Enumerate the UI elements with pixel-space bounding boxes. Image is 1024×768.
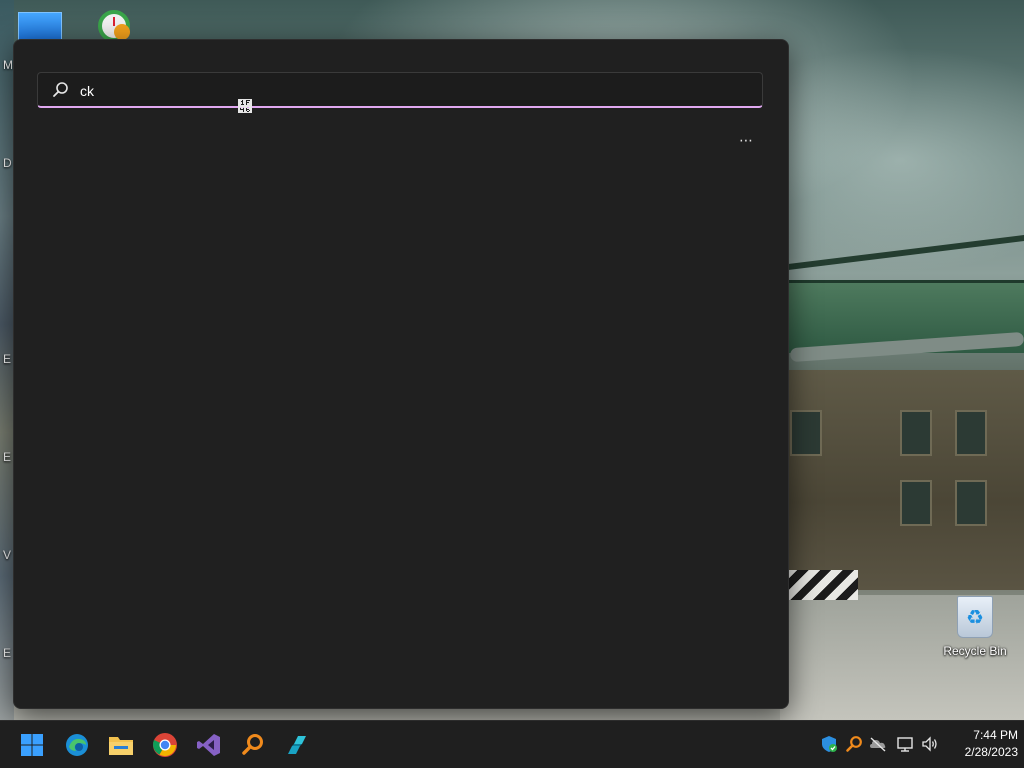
volume-icon[interactable] bbox=[921, 735, 939, 753]
building-window bbox=[900, 480, 932, 526]
building-window bbox=[955, 410, 987, 456]
building-window bbox=[955, 480, 987, 526]
edge-button[interactable] bbox=[61, 729, 93, 761]
desktop-icon-label: V bbox=[3, 548, 12, 562]
file-explorer-button[interactable] bbox=[105, 729, 137, 761]
chrome-button[interactable] bbox=[149, 729, 181, 761]
alarm-clock-icon bbox=[98, 10, 130, 42]
recycle-bin-label: Recycle Bin bbox=[943, 644, 1007, 658]
edge-icon bbox=[66, 734, 88, 756]
search-input[interactable] bbox=[78, 79, 742, 103]
folder-icon bbox=[109, 737, 133, 755]
desktop-icon-label: E bbox=[3, 352, 12, 366]
defender-icon[interactable] bbox=[820, 735, 838, 753]
network-icon[interactable] bbox=[896, 735, 914, 753]
onedrive-icon[interactable] bbox=[869, 735, 887, 753]
building bbox=[780, 370, 1024, 590]
clock-time: 7:44 PM bbox=[973, 728, 1018, 742]
visual-studio-icon bbox=[197, 734, 220, 756]
clock-date: 2/28/2023 bbox=[964, 745, 1018, 759]
desktop-icon-this-pc[interactable] bbox=[18, 12, 62, 42]
search-panel: ⋯ bbox=[13, 39, 789, 709]
bridge-rail bbox=[780, 235, 1024, 271]
desktop-icon-label: D bbox=[3, 156, 12, 170]
monitor-icon bbox=[18, 12, 62, 42]
start-button[interactable] bbox=[16, 729, 48, 761]
app-button[interactable] bbox=[281, 729, 313, 761]
magnifier-icon bbox=[242, 734, 263, 755]
magnifier-icon[interactable] bbox=[845, 735, 863, 753]
building-window bbox=[900, 410, 932, 456]
desktop-icon-label: M bbox=[3, 58, 13, 72]
desktop-icon-label: E bbox=[3, 450, 12, 464]
taskbar: 7:44 PM 2/28/2023 bbox=[0, 720, 1024, 768]
recycle-bin-icon: ♻ bbox=[957, 596, 993, 638]
clock[interactable]: 7:44 PM 2/28/2023 bbox=[946, 727, 1018, 761]
search-tool-button[interactable] bbox=[237, 729, 269, 761]
more-options-button[interactable]: ⋯ bbox=[734, 133, 758, 152]
chrome-icon bbox=[153, 733, 177, 757]
visual-studio-button[interactable] bbox=[193, 729, 225, 761]
desktop-icon-alarm-clock[interactable] bbox=[92, 6, 134, 42]
windows-logo-icon bbox=[21, 734, 43, 756]
building-window bbox=[790, 410, 822, 456]
i-beam-cursor-icon: ὆ bbox=[237, 99, 253, 116]
desktop-icon-label: E bbox=[3, 646, 12, 660]
desktop-icon-recycle-bin[interactable]: ♻ Recycle Bin bbox=[940, 596, 1010, 666]
search-icon bbox=[53, 82, 68, 97]
search-box[interactable] bbox=[37, 72, 763, 108]
app-icon bbox=[288, 736, 306, 754]
road-barrier bbox=[788, 570, 858, 600]
